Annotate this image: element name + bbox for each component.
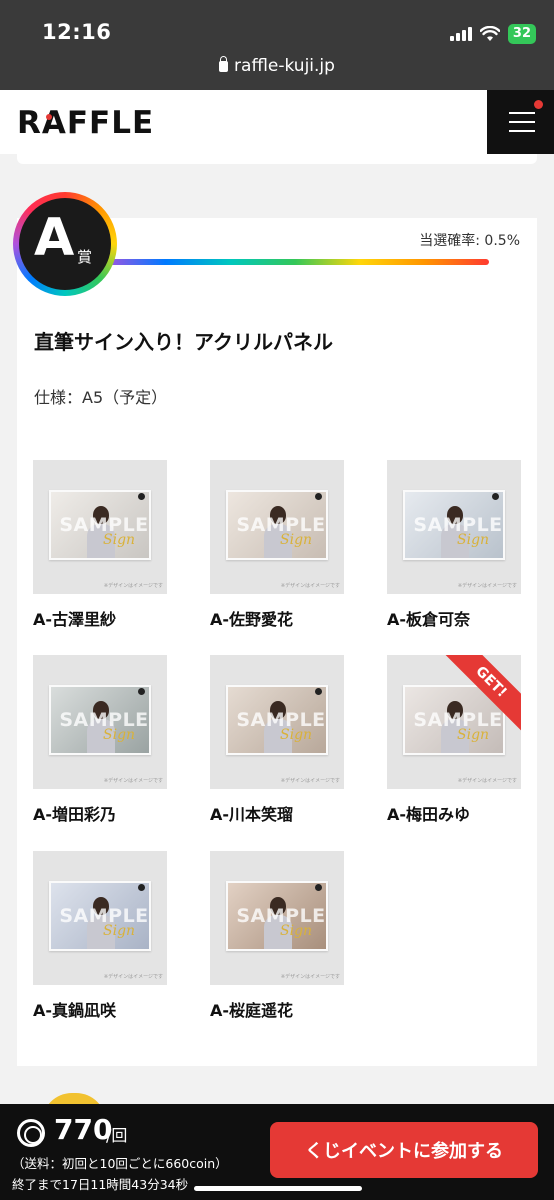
signature-text: Sign [103,923,136,939]
prize-item-image: SAMPLE Sign ※デザインはイメージです [210,460,344,594]
logo-dot [46,114,52,120]
prize-item-label: A-板倉可奈 [387,610,471,629]
acrylic-panel-photo: SAMPLE Sign [49,685,151,755]
sample-watermark: SAMPLE [59,905,149,927]
previous-card-edge [17,154,537,164]
prize-item[interactable]: SAMPLE Sign ※デザインはイメージです A-真鍋凪咲 [33,851,167,1021]
prize-item-label: A-川本笑瑠 [210,805,294,824]
signature-text: Sign [457,532,490,548]
prize-item-label: A-佐野愛花 [210,610,294,629]
image-note: ※デザインはイメージです [103,778,163,784]
prize-item[interactable]: SAMPLE Sign ※デザインはイメージです A-増田彩乃 [33,655,167,825]
signature-text: Sign [103,532,136,548]
prize-item-image: SAMPLE Sign ※デザインはイメージです [210,655,344,789]
signature-text: Sign [103,727,136,743]
prize-item[interactable]: SAMPLE Sign ※デザインはイメージです A-川本笑瑠 [210,655,344,825]
url-text: raffle-kuji.jp [234,56,335,76]
image-note: ※デザインはイメージです [457,583,517,589]
image-note: ※デザインはイメージです [103,974,163,980]
acrylic-panel-photo: SAMPLE Sign [403,490,505,560]
sample-watermark: SAMPLE [236,514,326,536]
coin-icon [17,1119,45,1147]
image-note: ※デザインはイメージです [280,583,340,589]
magnet-icon [492,493,499,500]
prize-item[interactable]: SAMPLE Sign ※デザインはイメージです A-板倉可奈 [387,460,521,630]
status-bar: 12:16 32 raffle-kuji.jp [0,0,554,90]
sample-watermark: SAMPLE [413,514,503,536]
prize-title: 直筆サイン入り！アクリルパネル [34,330,333,354]
sample-watermark: SAMPLE [236,905,326,927]
image-note: ※デザインはイメージです [280,974,340,980]
sample-watermark: SAMPLE [413,709,503,731]
prize-item-label: A-桜庭遥花 [210,1001,294,1020]
raffle-logo[interactable]: RAFFLE [17,105,154,141]
magnet-icon [138,493,145,500]
prize-item-image: SAMPLE Sign ※デザインはイメージです [210,851,344,985]
url-bar[interactable]: raffle-kuji.jp [0,56,554,76]
magnet-icon [138,884,145,891]
image-note: ※デザインはイメージです [280,778,340,784]
price-unit: /回 [106,1126,128,1145]
magnet-icon [315,688,322,695]
acrylic-panel-photo: SAMPLE Sign [226,490,328,560]
menu-button[interactable] [487,90,554,154]
deadline-countdown: 終了まで17日11時間43分34秒 [12,1177,189,1192]
price: 770 [54,1113,113,1146]
sample-watermark: SAMPLE [236,709,326,731]
acrylic-panel-photo: SAMPLE Sign [49,490,151,560]
join-event-button[interactable]: くじイベントに参加する [270,1122,538,1178]
signature-text: Sign [280,923,313,939]
badge-sub: 賞 [77,248,93,266]
lock-icon [219,56,229,72]
prize-item-label: A-真鍋凪咲 [33,1001,117,1020]
win-rate: 当選確率: 0.5% [419,233,520,249]
image-note: ※デザインはイメージです [457,778,517,784]
prize-item[interactable]: SAMPLE Sign ※デザインはイメージです A-佐野愛花 [210,460,344,630]
status-time: 12:16 [42,20,112,44]
home-indicator [194,1186,362,1191]
wifi-icon [479,26,500,41]
prize-item-image: SAMPLE Sign ※デザインはイメージです GET! [387,655,521,789]
acrylic-panel-photo: SAMPLE Sign [226,881,328,951]
logo-text: RAFFLE [17,105,155,141]
prize-spec: 仕様：A5（予定） [34,388,168,407]
badge-letter: A [34,208,75,268]
notification-dot [534,100,543,109]
prize-item-image: SAMPLE Sign ※デザインはイメージです [33,460,167,594]
shipping-note: （送料：初回と10回ごとに660coin） [12,1156,228,1171]
signature-text: Sign [457,727,490,743]
magnet-icon [315,884,322,891]
acrylic-panel-photo: SAMPLE Sign [226,685,328,755]
signature-text: Sign [280,727,313,743]
image-note: ※デザインはイメージです [103,583,163,589]
magnet-icon [315,493,322,500]
app-header: RAFFLE [0,90,554,154]
status-icons: 32 [449,23,536,45]
prize-item-label: A-古澤里紗 [33,610,117,629]
signature-text: Sign [280,532,313,548]
sample-watermark: SAMPLE [59,514,149,536]
prize-card: A 賞 当選確率: 0.5% 直筆サイン入り！アクリルパネル 仕様：A5（予定）… [13,192,537,1066]
prize-item-label: A-梅田みゆ [387,805,471,824]
prize-item[interactable]: SAMPLE Sign ※デザインはイメージです GET! A-梅田みゆ [387,655,521,825]
prize-item-image: SAMPLE Sign ※デザインはイメージです [33,851,167,985]
rank-rainbow-bar [101,259,489,265]
prize-item[interactable]: SAMPLE Sign ※デザインはイメージです A-古澤里紗 [33,460,167,630]
signal-icon [449,27,472,41]
acrylic-panel-photo: SAMPLE Sign [49,881,151,951]
prize-rank-badge: A 賞 [13,192,117,296]
prize-item-label: A-増田彩乃 [33,805,117,824]
battery-icon: 32 [507,24,536,44]
prize-item-image: SAMPLE Sign ※デザインはイメージです [33,655,167,789]
prize-item[interactable]: SAMPLE Sign ※デザインはイメージです A-桜庭遥花 [210,851,344,1021]
prize-item-image: SAMPLE Sign ※デザインはイメージです [387,460,521,594]
magnet-icon [138,688,145,695]
sample-watermark: SAMPLE [59,709,149,731]
